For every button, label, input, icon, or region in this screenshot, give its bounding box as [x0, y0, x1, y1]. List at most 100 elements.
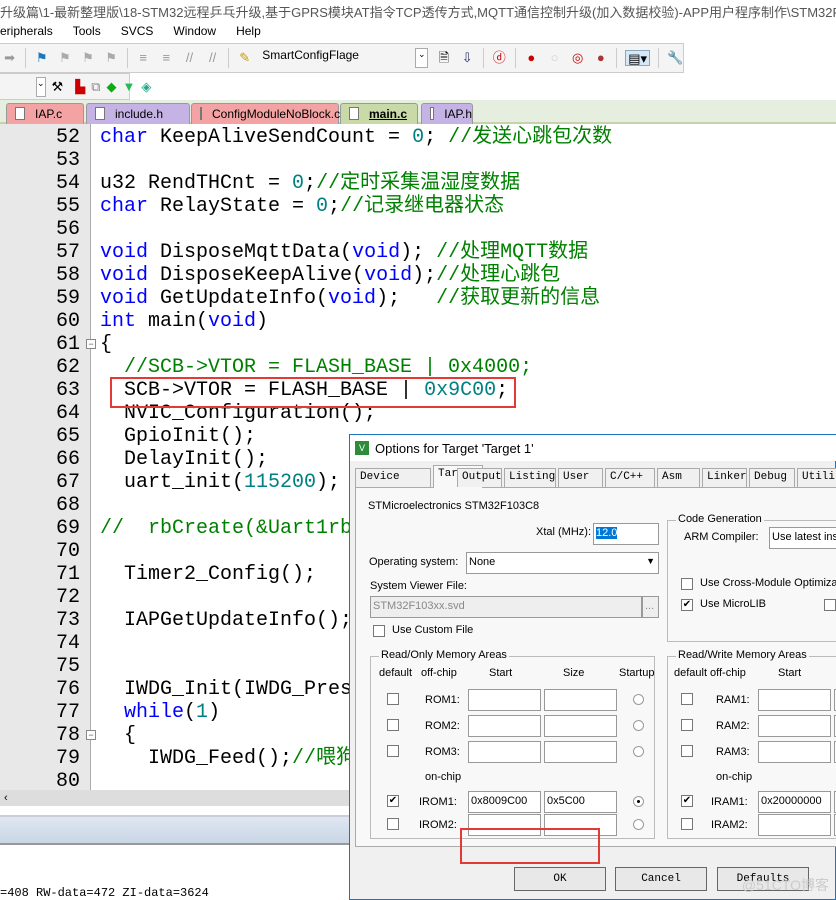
- dialog-tab-device[interactable]: Device: [355, 468, 431, 487]
- find-icon[interactable]: 🗎: [436, 50, 451, 66]
- fold-toggle-icon[interactable]: −: [86, 730, 96, 740]
- rom-default-checkbox[interactable]: [387, 745, 399, 757]
- rom-startup-radio[interactable]: [633, 720, 644, 731]
- rom-start-input[interactable]: [468, 689, 541, 711]
- rom-default-checkbox[interactable]: [387, 693, 399, 705]
- tab-iap-h[interactable]: IAP.h: [421, 103, 473, 124]
- breakpoint-icon[interactable]: ●: [524, 50, 539, 66]
- forward-icon[interactable]: ➡: [2, 50, 17, 66]
- ram-start-input[interactable]: [758, 741, 831, 763]
- code-token-op: );: [412, 264, 437, 287]
- configure-icon[interactable]: 🔧: [667, 50, 683, 66]
- tab-configmodulenoblock-c[interactable]: ConfigModuleNoBlock.c: [191, 103, 340, 124]
- code-token-op: DisposeMqttData(: [148, 241, 353, 264]
- custom-file-checkbox[interactable]: [373, 625, 385, 637]
- ram-default-checkbox[interactable]: [681, 693, 693, 705]
- code-token-op: main(: [136, 310, 209, 333]
- ram-default-checkbox[interactable]: [681, 745, 693, 757]
- find-combo[interactable]: SmartConfigFlage: [260, 48, 407, 68]
- xtal-input[interactable]: 12.0: [593, 523, 659, 545]
- code-token-cm: //处理心跳包: [436, 264, 561, 287]
- kill-breakpoints-icon[interactable]: ●: [593, 50, 608, 66]
- line-number: 70: [55, 540, 80, 563]
- line-number: 52: [55, 126, 80, 149]
- incremental-find-icon[interactable]: ⇩: [460, 50, 475, 66]
- rom-startup-radio[interactable]: [633, 746, 644, 757]
- ram-default-checkbox[interactable]: [681, 818, 693, 830]
- pack-installer-icon[interactable]: ▼: [123, 79, 136, 95]
- disable-breakpoint-icon[interactable]: ○: [547, 50, 562, 66]
- big-endian-checkbox[interactable]: [824, 599, 836, 611]
- ram-start-input[interactable]: [758, 715, 831, 737]
- clear-bookmarks-icon[interactable]: ⚑: [104, 50, 119, 66]
- dialog-titlebar[interactable]: V Options for Target 'Target 1': [350, 435, 836, 461]
- unindent-icon[interactable]: ≡: [159, 50, 174, 66]
- disable-all-breakpoints-icon[interactable]: ◎: [570, 50, 585, 66]
- rom-size-input[interactable]: [544, 715, 617, 737]
- dialog-tab-output[interactable]: Output: [457, 468, 502, 487]
- menu-window[interactable]: Window: [173, 24, 216, 42]
- menu-help[interactable]: Help: [236, 24, 261, 42]
- menu-tools[interactable]: Tools: [73, 24, 101, 42]
- menu-peripherals[interactable]: eripherals: [0, 24, 53, 42]
- window-layout-icon[interactable]: ▤▾: [625, 50, 651, 66]
- ram-start-input[interactable]: [758, 689, 831, 711]
- rom-startup-radio[interactable]: [633, 819, 644, 830]
- svf-browse-button[interactable]: ...: [642, 596, 659, 618]
- rom-startup-radio[interactable]: [633, 694, 644, 705]
- ram-start-input[interactable]: 0x20000000: [758, 791, 831, 813]
- debug-session-icon[interactable]: ⓓ: [492, 50, 507, 66]
- horizontal-scrollbar[interactable]: ‹: [0, 790, 350, 806]
- comment-icon[interactable]: //: [182, 50, 197, 66]
- rom-startup-radio[interactable]: [633, 796, 644, 807]
- dialog-tab-debug[interactable]: Debug: [749, 468, 795, 487]
- rom-default-checkbox[interactable]: [387, 818, 399, 830]
- select-pack-icon[interactable]: ⧉: [91, 79, 100, 95]
- tab-iap-c[interactable]: IAP.c: [6, 103, 84, 124]
- dialog-tab-linker[interactable]: Linker: [702, 468, 747, 487]
- ram-default-checkbox[interactable]: [681, 719, 693, 731]
- uncomment-icon[interactable]: //: [205, 50, 220, 66]
- cross-module-checkbox[interactable]: [681, 578, 693, 590]
- dialog-tab-asm[interactable]: Asm: [657, 468, 700, 487]
- microlib-checkbox[interactable]: ✔: [681, 599, 693, 611]
- cancel-button[interactable]: Cancel: [615, 867, 707, 891]
- ok-button[interactable]: OK: [514, 867, 606, 891]
- readwrite-memory-group: Read/Write Memory Areas default off-chip S…: [667, 649, 836, 839]
- dialog-tab-cc[interactable]: C/C++: [605, 468, 655, 487]
- find-in-files-icon[interactable]: ✎: [237, 50, 252, 66]
- dialog-tab-listing[interactable]: Listing: [504, 468, 556, 487]
- bookmark-icon[interactable]: ⚑: [34, 50, 49, 66]
- dialog-tab-user[interactable]: User: [558, 468, 603, 487]
- ram-start-input[interactable]: [758, 814, 831, 836]
- target-dropdown[interactable]: ⌄: [36, 76, 46, 97]
- rom-size-input[interactable]: [544, 689, 617, 711]
- tab-include-h[interactable]: include.h: [86, 103, 190, 124]
- ram-default-checkbox[interactable]: ✔: [681, 795, 693, 807]
- rom-start-input[interactable]: 0x8009C00: [468, 791, 541, 813]
- menu-svcs[interactable]: SVCS: [121, 24, 154, 42]
- build-output-header: [0, 815, 350, 845]
- fold-toggle-icon[interactable]: −: [86, 339, 96, 349]
- rom-size-input[interactable]: 0x5C00: [544, 791, 617, 813]
- next-bookmark-icon[interactable]: ⚑: [80, 50, 95, 66]
- prev-bookmark-icon[interactable]: ⚑: [57, 50, 72, 66]
- tab-main-c[interactable]: main.c: [340, 103, 418, 124]
- components-icon[interactable]: ◈: [141, 79, 151, 95]
- rom-start-input[interactable]: [468, 741, 541, 763]
- find-combo-dropdown[interactable]: ⌄: [415, 48, 429, 68]
- rom-default-checkbox[interactable]: ✔: [387, 795, 399, 807]
- rom-size-input[interactable]: [544, 741, 617, 763]
- manage-rte-icon[interactable]: ◆: [107, 79, 117, 95]
- arm-compiler-select[interactable]: Use latest inst: [769, 527, 836, 549]
- scroll-left-icon[interactable]: ‹: [0, 792, 8, 804]
- code-token-cm: // rbCreate(&Uart1rb: [100, 517, 353, 540]
- rom-start-input[interactable]: [468, 715, 541, 737]
- os-select[interactable]: None ▼: [466, 552, 659, 574]
- target-options-icon[interactable]: ⚒: [52, 79, 64, 95]
- rom-default-checkbox[interactable]: [387, 719, 399, 731]
- manage-project-icon[interactable]: ▙: [75, 79, 85, 95]
- dialog-tab-utilit[interactable]: Utilit: [797, 468, 836, 487]
- indent-icon[interactable]: ≡: [136, 50, 151, 66]
- code-line: void DisposeKeepAlive(void);//处理心跳包: [100, 264, 560, 287]
